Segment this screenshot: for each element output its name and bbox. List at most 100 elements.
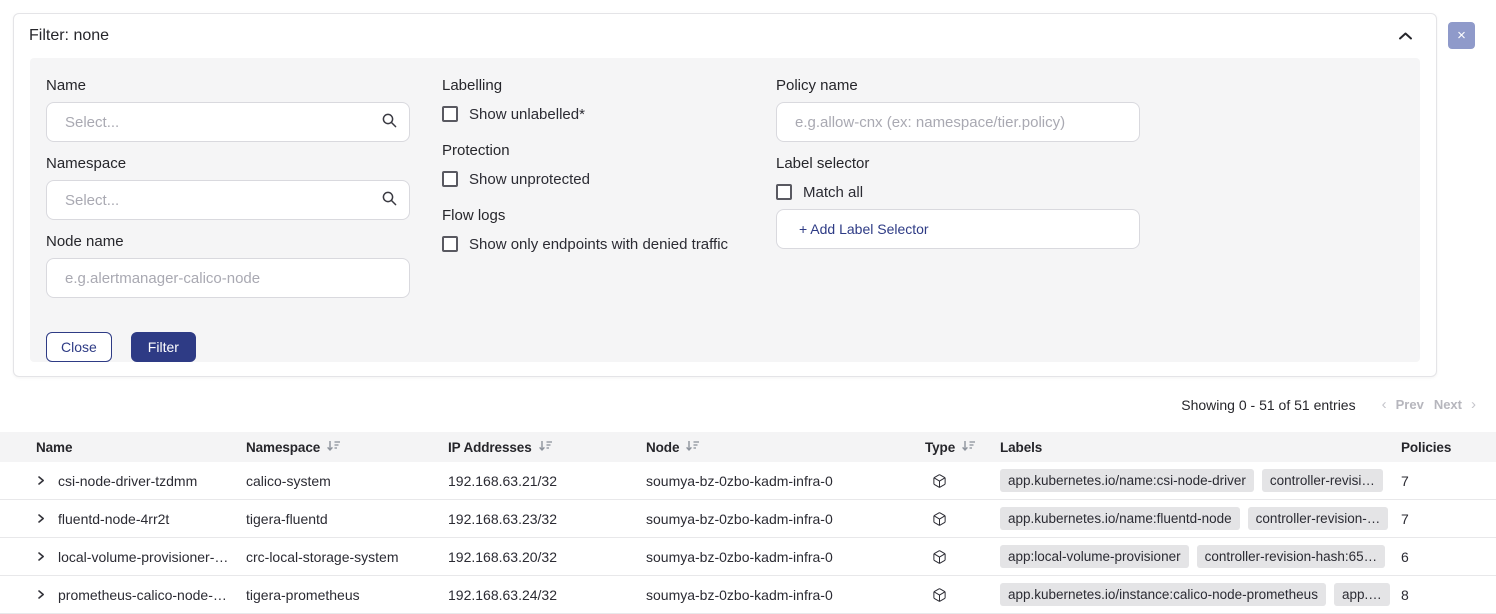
ip-cell: 192.168.63.24/32 xyxy=(448,587,646,603)
filter-column-left: Name Namespace Node name Close Filt xyxy=(46,77,410,343)
dismiss-panel-button[interactable]: × xyxy=(1448,22,1475,49)
protection-section-label: Protection xyxy=(442,142,776,160)
column-header-label: Namespace xyxy=(246,440,320,455)
filter-button[interactable]: Filter xyxy=(131,332,196,362)
prev-page-button[interactable]: Prev xyxy=(1391,397,1429,412)
column-header-label: Labels xyxy=(1000,440,1042,455)
table-row[interactable]: local-volume-provisioner-… crc-local-sto… xyxy=(0,538,1496,576)
column-header-node[interactable]: Node xyxy=(646,439,925,455)
policy-name-input[interactable] xyxy=(776,102,1140,142)
show-unlabelled-label: Show unlabelled* xyxy=(469,106,585,123)
filter-column-right: Policy name Label selector Match all + A… xyxy=(776,77,1140,343)
expand-row-chevron-icon[interactable] xyxy=(36,589,46,600)
chevron-right-icon[interactable]: › xyxy=(1467,396,1480,413)
endpoint-name: csi-node-driver-tzdmm xyxy=(58,473,197,489)
policies-cell: 7 xyxy=(1396,473,1496,489)
endpoint-name: local-volume-provisioner-… xyxy=(58,549,228,565)
sort-icon[interactable] xyxy=(538,439,552,455)
workload-cube-icon xyxy=(932,587,1000,603)
flow-logs-section-label: Flow logs xyxy=(442,207,776,225)
search-icon[interactable] xyxy=(381,112,398,134)
endpoint-name: prometheus-calico-node-… xyxy=(58,587,227,603)
column-header-namespace[interactable]: Namespace xyxy=(246,439,448,455)
name-select-input[interactable] xyxy=(46,102,410,142)
name-select xyxy=(46,102,410,142)
namespace-field-label: Namespace xyxy=(46,155,410,173)
denied-traffic-label: Show only endpoints with denied traffic xyxy=(469,236,728,253)
expand-row-chevron-icon[interactable] xyxy=(36,513,46,524)
expand-row-chevron-icon[interactable] xyxy=(36,475,46,486)
node-name-input[interactable] xyxy=(46,258,410,298)
sort-icon[interactable] xyxy=(685,439,699,455)
expand-row-chevron-icon[interactable] xyxy=(36,551,46,562)
match-all-label: Match all xyxy=(803,184,863,201)
filter-panel: Filter: none Name Namespace xyxy=(13,13,1437,377)
workload-cube-icon xyxy=(932,549,1000,565)
namespace-select xyxy=(46,180,410,220)
collapse-panel-button[interactable] xyxy=(1396,27,1415,46)
close-icon: × xyxy=(1457,28,1466,43)
policy-name-field-label: Policy name xyxy=(776,77,1140,95)
labelling-section-label: Labelling xyxy=(442,77,776,95)
name-cell: prometheus-calico-node-… xyxy=(0,587,246,603)
workload-cube-icon xyxy=(932,473,1000,489)
sort-icon[interactable] xyxy=(326,439,340,455)
next-page-button[interactable]: Next xyxy=(1429,397,1467,412)
column-header-ip-addresses[interactable]: IP Addresses xyxy=(448,439,646,455)
column-header-name: Name xyxy=(0,440,246,455)
table-header-row: Name Namespace IP Addresses Node Type xyxy=(0,432,1496,462)
node-name-field xyxy=(46,258,410,298)
label-chip: app:local-volume-provisioner xyxy=(1000,545,1189,568)
filter-actions: Close Filter xyxy=(46,332,410,362)
table-row[interactable]: csi-node-driver-tzdmm calico-system 192.… xyxy=(0,462,1496,500)
labels-cell: app:local-volume-provisioner controller-… xyxy=(1000,545,1396,568)
chevron-up-icon xyxy=(1398,29,1413,44)
add-label-selector-button[interactable]: + Add Label Selector xyxy=(776,209,1140,249)
column-header-label: Node xyxy=(646,440,679,455)
name-cell: csi-node-driver-tzdmm xyxy=(0,473,246,489)
ip-cell: 192.168.63.21/32 xyxy=(448,473,646,489)
label-chip: app.kubernetes.io/name:csi-node-driver xyxy=(1000,469,1254,492)
sort-icon[interactable] xyxy=(961,439,975,455)
search-icon[interactable] xyxy=(381,190,398,212)
namespace-select-input[interactable] xyxy=(46,180,410,220)
column-header-labels: Labels xyxy=(1000,440,1396,455)
chevron-left-icon[interactable]: ‹ xyxy=(1378,396,1391,413)
column-header-label: Policies xyxy=(1401,440,1451,455)
node-cell: soumya-bz-0zbo-kadm-infra-0 xyxy=(646,511,925,527)
filter-panel-header: Filter: none xyxy=(14,14,1436,58)
table-row[interactable]: prometheus-calico-node-… tigera-promethe… xyxy=(0,576,1496,614)
denied-traffic-row: Show only endpoints with denied traffic xyxy=(442,232,776,256)
close-button[interactable]: Close xyxy=(46,332,112,362)
namespace-cell: calico-system xyxy=(246,473,448,489)
policies-cell: 7 xyxy=(1396,511,1496,527)
show-unprotected-label: Show unprotected xyxy=(469,171,590,188)
name-cell: local-volume-provisioner-… xyxy=(0,549,246,565)
match-all-row: Match all xyxy=(776,180,1140,204)
column-header-label: Name xyxy=(36,440,72,455)
show-unlabelled-checkbox[interactable] xyxy=(442,106,458,122)
column-header-label: IP Addresses xyxy=(448,440,532,455)
label-chip: controller-revision-… xyxy=(1248,507,1389,530)
namespace-cell: tigera-prometheus xyxy=(246,587,448,603)
labels-cell: app.kubernetes.io/name:csi-node-driver c… xyxy=(1000,469,1396,492)
match-all-checkbox[interactable] xyxy=(776,184,792,200)
policy-name-field xyxy=(776,102,1140,142)
table-row[interactable]: fluentd-node-4rr2t tigera-fluentd 192.16… xyxy=(0,500,1496,538)
node-cell: soumya-bz-0zbo-kadm-infra-0 xyxy=(646,473,925,489)
endpoint-name: fluentd-node-4rr2t xyxy=(58,511,169,527)
show-unprotected-checkbox[interactable] xyxy=(442,171,458,187)
column-header-type[interactable]: Type xyxy=(925,439,1000,455)
node-name-field-label: Node name xyxy=(46,233,410,251)
label-chip: controller-revision-hash:65… xyxy=(1197,545,1386,568)
node-cell: soumya-bz-0zbo-kadm-infra-0 xyxy=(646,549,925,565)
show-unlabelled-row: Show unlabelled* xyxy=(442,102,776,126)
name-cell: fluentd-node-4rr2t xyxy=(0,511,246,527)
namespace-cell: tigera-fluentd xyxy=(246,511,448,527)
endpoints-table: Name Namespace IP Addresses Node Type xyxy=(0,432,1496,614)
show-unprotected-row: Show unprotected xyxy=(442,167,776,191)
denied-traffic-checkbox[interactable] xyxy=(442,236,458,252)
filter-fields-panel: Name Namespace Node name Close Filt xyxy=(30,58,1420,362)
namespace-cell: crc-local-storage-system xyxy=(246,549,448,565)
node-cell: soumya-bz-0zbo-kadm-infra-0 xyxy=(646,587,925,603)
